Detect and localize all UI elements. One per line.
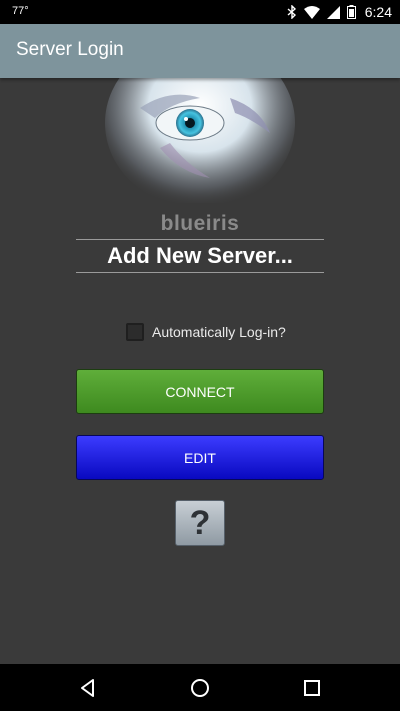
navigation-bar <box>0 664 400 711</box>
recents-icon[interactable] <box>298 674 326 702</box>
wifi-icon <box>303 5 320 19</box>
edit-button[interactable]: EDIT <box>76 435 324 480</box>
bluetooth-icon <box>287 5 297 19</box>
auto-login-label: Automatically Log-in? <box>152 324 286 340</box>
auto-login-checkbox[interactable] <box>126 323 144 341</box>
status-bar: 77° 6:24 <box>0 0 400 24</box>
blueiris-logo <box>100 38 300 208</box>
signal-icon <box>326 5 340 19</box>
battery-icon <box>346 5 356 19</box>
connect-button[interactable]: CONNECT <box>76 369 324 414</box>
app-bar: Server Login <box>0 24 400 78</box>
clock: 6:24 <box>364 4 392 20</box>
status-icons: 6:24 <box>287 3 392 21</box>
page-title: Server Login <box>16 39 124 60</box>
back-icon[interactable] <box>74 674 102 702</box>
server-select[interactable]: Add New Server... <box>76 239 324 273</box>
help-button[interactable]: ? <box>175 500 225 546</box>
auto-login-option[interactable]: Automatically Log-in? <box>126 322 286 342</box>
temperature-indicator: 77° <box>12 5 29 17</box>
brand-name: blueiris <box>160 212 240 235</box>
screen: 77° 6:24 Server Login blueiris Add New S… <box>0 0 400 711</box>
home-icon[interactable] <box>186 674 214 702</box>
